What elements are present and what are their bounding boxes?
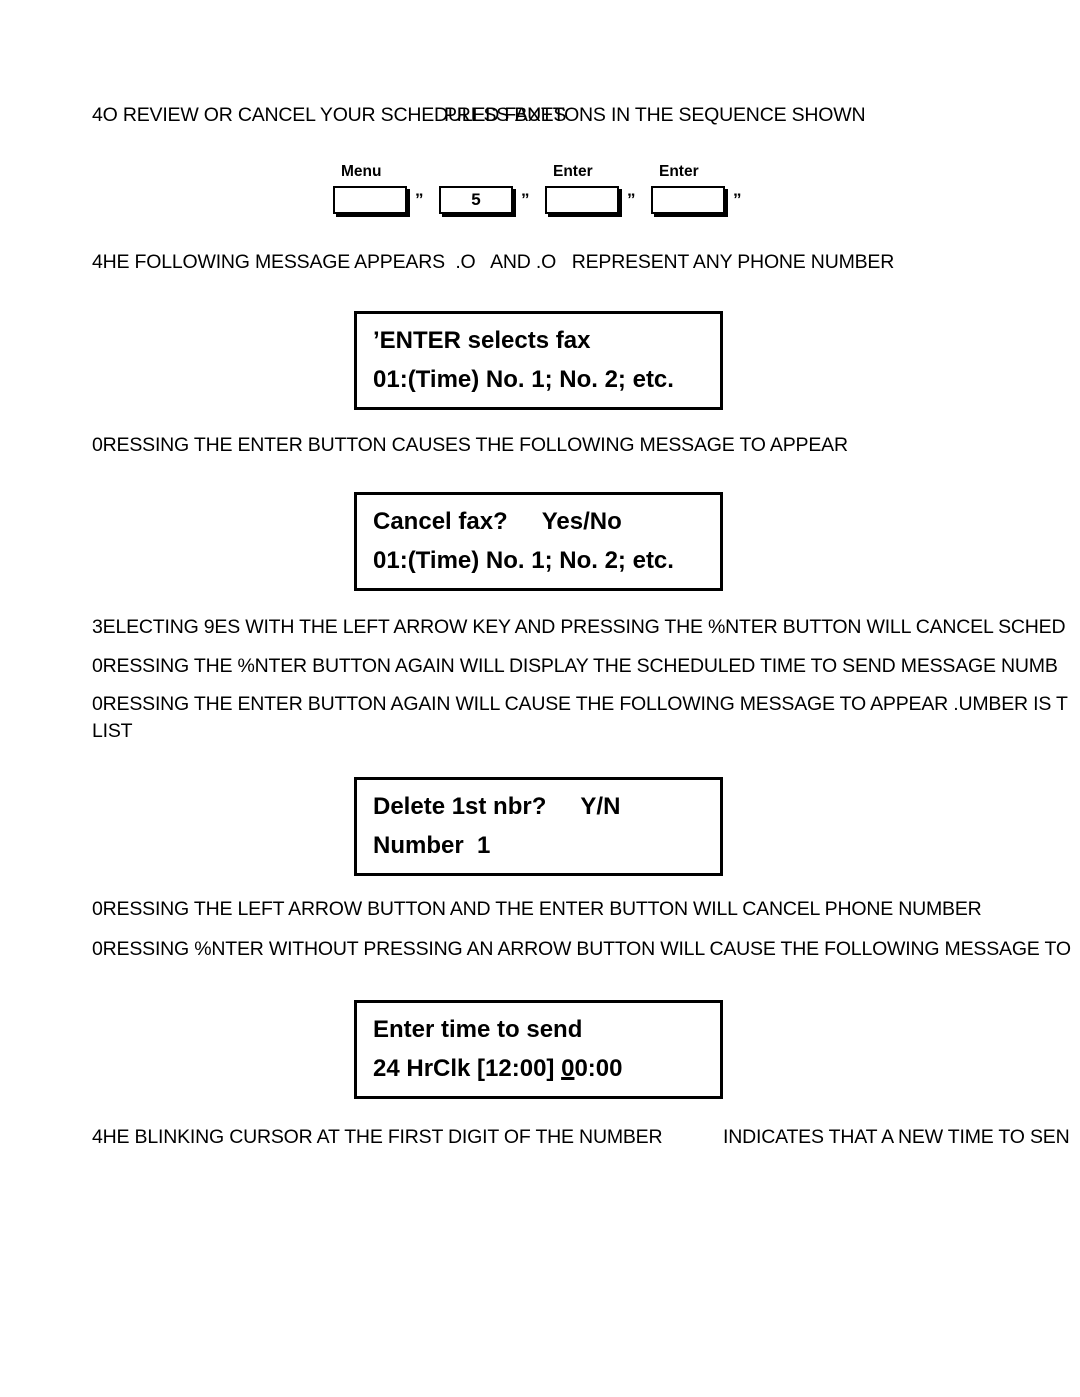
overlapping-header: 4O REVIEW OR CANCEL YOUR SCHEDULED FAXES…: [92, 102, 1072, 128]
keypad-button-enter-1[interactable]: [545, 186, 619, 214]
button-separator: ”: [627, 190, 636, 209]
lcd-line-2: 24 HrClk [12:00] 00:00: [357, 1049, 720, 1088]
button-label-enter-2: Enter: [659, 163, 699, 180]
header-line-press-buttons: PRESS BUTTONS IN THE SEQUENCE SHOWN: [444, 104, 866, 126]
paragraph-pressing-enter-causes: 0RESSING THE ENTER BUTTON CAUSES THE FOL…: [92, 434, 848, 456]
button-separator: ”: [415, 190, 424, 209]
lcd-display-enter-time-to-send: Enter time to send 24 HrClk [12:00] 00:0…: [354, 1000, 723, 1099]
lcd-line-2: 01:(Time) No. 1; No. 2; etc.: [373, 366, 674, 393]
paragraph-blinking-cursor-note-part1: 4HE BLINKING CURSOR AT THE FIRST DIGIT O…: [92, 1126, 663, 1148]
button-separator: ”: [733, 190, 742, 209]
lcd-display-delete-first-number: Delete 1st nbr? Y/N Number 1: [354, 777, 723, 876]
paragraph-pressing-enter-again-displays: 0RESSING THE %NTER BUTTON AGAIN WILL DIS…: [92, 655, 1058, 677]
lcd-display-cancel-fax: Cancel fax? Yes/No 01:(Time) No. 1; No. 2…: [354, 492, 723, 591]
lcd-blinking-cursor-digit: 0: [561, 1055, 575, 1082]
paragraph-pressing-enter-without-arrow: 0RESSING %NTER WITHOUT PRESSING AN ARROW…: [92, 938, 1071, 960]
keypad-button-menu[interactable]: [333, 186, 407, 214]
lcd-line-1: Enter time to send: [373, 1016, 583, 1043]
lcd-line-2: 01:(Time) No. 1; No. 2; etc.: [373, 547, 674, 574]
paragraph-following-message-appears: 4HE FOLLOWING MESSAGE APPEARS .O AND .O …: [92, 251, 895, 273]
lcd-delete-prompt: Delete 1st nbr?: [373, 793, 547, 820]
button-label-menu: Menu: [341, 163, 382, 180]
lcd-delete-options: Y/N: [580, 793, 621, 820]
lcd-display-enter-selects-fax: ’ENTER selects fax 01:(Time) No. 1; No. …: [354, 311, 723, 410]
paragraph-selecting-yes: 3ELECTING 9ES WITH THE LEFT ARROW KEY AN…: [92, 616, 1066, 638]
document-page: 4O REVIEW OR CANCEL YOUR SCHEDULED FAXES…: [0, 0, 1080, 1397]
lcd-line-2: Number 1: [373, 832, 491, 859]
lcd-line-1: Delete 1st nbr? Y/N: [357, 787, 720, 826]
lcd-cancel-fax-prompt: Cancel fax?: [373, 508, 508, 535]
paragraph-blinking-cursor-note-part2: INDICATES THAT A NEW TIME TO SEN: [723, 1126, 1070, 1148]
keypad-button-enter-2[interactable]: [651, 186, 725, 214]
button-label-enter-1: Enter: [553, 163, 593, 180]
button-separator: ”: [521, 190, 530, 209]
paragraph-left-arrow-cancels-number: 0RESSING THE LEFT ARROW BUTTON AND THE E…: [92, 898, 982, 920]
lcd-clock-prefix: 24 HrClk [12:00]: [373, 1055, 562, 1082]
lcd-cancel-fax-options: Yes/No: [541, 508, 622, 535]
lcd-line-1: ’ENTER selects fax: [373, 327, 591, 354]
lcd-clock-suffix: 0:00: [574, 1055, 623, 1082]
lcd-line-1: Cancel fax? Yes/No: [357, 502, 720, 541]
keypad-button-five[interactable]: 5: [439, 186, 513, 214]
paragraph-pressing-enter-again-causes: 0RESSING THE ENTER BUTTON AGAIN WILL CAU…: [92, 693, 1068, 742]
